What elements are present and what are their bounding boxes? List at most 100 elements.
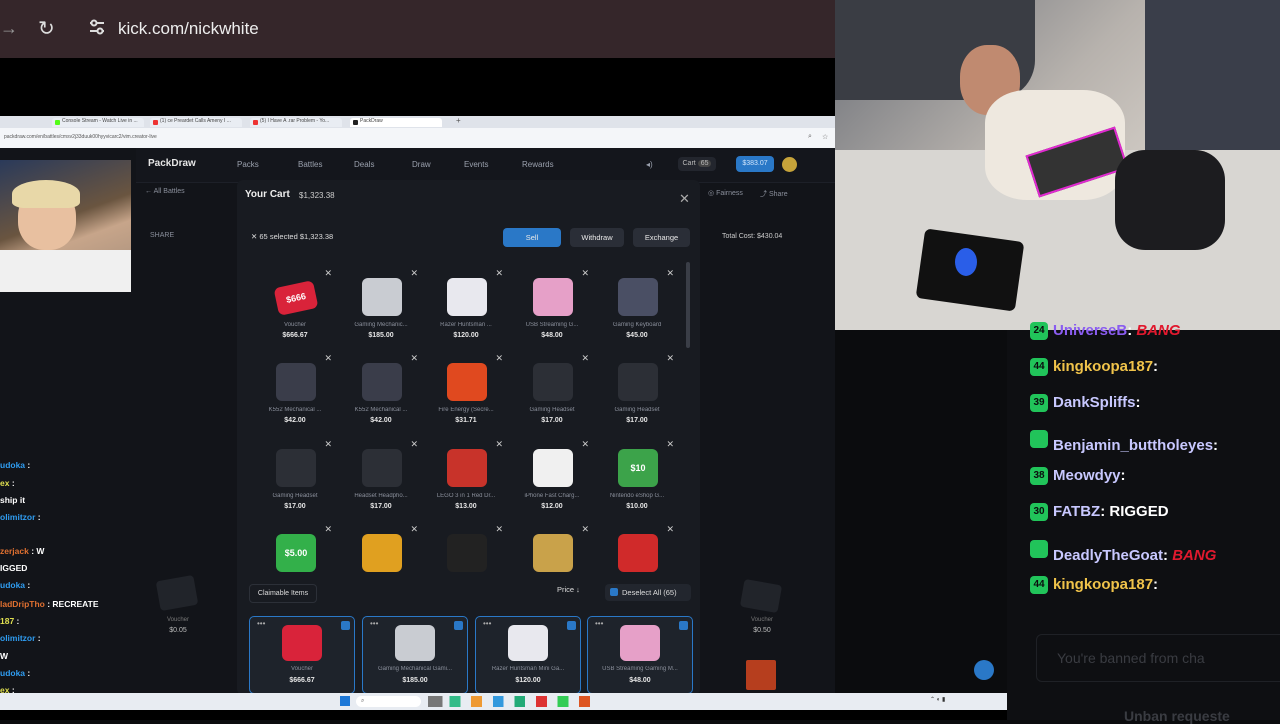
star-icon[interactable]: ☆ (822, 133, 828, 141)
chat-username[interactable]: udoka (0, 580, 25, 590)
chat-username[interactable]: udoka (0, 460, 25, 470)
inner-tab-active[interactable]: PackDraw (350, 118, 442, 127)
fairness-link[interactable]: ◎ Fairness (708, 189, 743, 197)
withdraw-button[interactable]: Withdraw (570, 228, 624, 247)
cart-item[interactable]: ✕ iPhone Fast Charg... $12.00 (509, 437, 595, 521)
chat-username[interactable]: UniverseB (1053, 322, 1127, 339)
chat-username[interactable]: olimitzor (0, 633, 35, 643)
claimable-card[interactable]: ••• USB Streaming Gaming M... $48.00 (587, 616, 693, 694)
claimable-card[interactable]: ••• Gaming Mechanical Gami... $185.00 (362, 616, 468, 694)
modal-scrollbar[interactable] (686, 262, 690, 348)
checkbox-icon[interactable] (454, 621, 463, 630)
remove-item-icon[interactable]: ✕ (666, 353, 674, 364)
chat-username[interactable]: 187 (0, 616, 14, 626)
remove-item-icon[interactable]: ✕ (410, 524, 418, 535)
remove-item-icon[interactable]: ✕ (324, 268, 332, 279)
remove-item-icon[interactable]: ✕ (410, 353, 418, 364)
nav-draw[interactable]: Draw (412, 160, 431, 169)
remove-item-icon[interactable]: ✕ (324, 439, 332, 450)
claimable-card[interactable]: ••• Razer Huntsman Mini Ga... $120.00 (475, 616, 581, 694)
remove-item-icon[interactable]: ✕ (581, 524, 589, 535)
balance-button[interactable]: $383.07 (736, 156, 774, 172)
cart-item[interactable]: ✕ (423, 522, 509, 606)
chat-username[interactable]: FATBZ (1053, 503, 1100, 520)
chat-username[interactable]: DeadlyTheGoat (1053, 547, 1163, 564)
user-avatar[interactable] (782, 157, 797, 172)
nav-events[interactable]: Events (464, 160, 488, 169)
more-options-icon[interactable]: ••• (595, 619, 603, 628)
inner-tab[interactable]: (1) ce Preardet Calls Ameny I ... (150, 118, 242, 127)
packdraw-logo[interactable]: PackDraw (148, 158, 196, 169)
new-tab-icon[interactable]: + (456, 116, 461, 125)
share-link[interactable]: ⤴ Share (760, 189, 788, 199)
chat-username[interactable]: DankSpliffs (1053, 394, 1136, 411)
cart-item[interactable]: ✕ USB Streaming G... $48.00 (509, 266, 595, 350)
forward-icon[interactable]: → (0, 18, 18, 39)
nav-battles[interactable]: Battles (298, 160, 322, 169)
inner-tab[interactable]: (5) I Have A .rar Problem - Yo... (250, 118, 342, 127)
cart-item[interactable]: ✕ K552 Mechanical ... $42.00 (252, 351, 338, 435)
remove-item-icon[interactable]: ✕ (410, 268, 418, 279)
cart-item[interactable]: ✕ Gaming Mechanic... $185.00 (338, 266, 424, 350)
remove-item-icon[interactable]: ✕ (581, 353, 589, 364)
cart-item[interactable]: ✕ $10 Nintendo eShop G... $10.00 (594, 437, 680, 521)
support-chat-icon[interactable] (974, 660, 994, 680)
cart-item[interactable]: ✕ $666 Voucher $666.67 (252, 266, 338, 350)
remove-item-icon[interactable]: ✕ (410, 439, 418, 450)
claimable-items-button[interactable]: Claimable Items (249, 584, 317, 603)
remove-item-icon[interactable]: ✕ (495, 353, 503, 364)
chat-username[interactable]: kingkoopa187 (1053, 358, 1153, 375)
site-settings-icon[interactable] (86, 16, 108, 38)
remove-item-icon[interactable]: ✕ (495, 268, 503, 279)
price-sort-button[interactable]: Price ↓ (557, 585, 580, 594)
cart-item[interactable]: ✕ Gaming Headset $17.00 (509, 351, 595, 435)
cart-item[interactable]: ✕ Razer Huntsman ... $120.00 (423, 266, 509, 350)
search-icon[interactable]: ⌕ (808, 133, 812, 141)
remove-item-icon[interactable]: ✕ (666, 439, 674, 450)
exchange-button[interactable]: Exchange (633, 228, 690, 247)
checkbox-icon[interactable] (679, 621, 688, 630)
close-icon[interactable]: ✕ (679, 191, 690, 207)
claimable-card[interactable]: ••• Voucher $666.67 (249, 616, 355, 694)
reload-icon[interactable]: ↻ (38, 16, 55, 41)
remove-item-icon[interactable]: ✕ (581, 439, 589, 450)
cart-item[interactable]: ✕ Gaming Headset $17.00 (594, 351, 680, 435)
windows-start-icon[interactable] (340, 696, 350, 706)
remove-item-icon[interactable]: ✕ (666, 524, 674, 535)
chat-username[interactable]: udoka (0, 668, 25, 678)
more-options-icon[interactable]: ••• (257, 619, 265, 628)
chat-username[interactable]: Benjamin_buttholeyes (1053, 437, 1213, 454)
cart-item[interactable]: ✕ (509, 522, 595, 606)
address-bar[interactable]: kick.com/nickwhite (118, 19, 259, 39)
chat-username[interactable]: olimitzor (0, 512, 35, 522)
more-options-icon[interactable]: ••• (483, 619, 491, 628)
sound-icon[interactable]: ◂) (646, 160, 653, 169)
nav-packs[interactable]: Packs (237, 160, 259, 169)
sell-button[interactable]: Sell (503, 228, 561, 247)
remove-item-icon[interactable]: ✕ (495, 524, 503, 535)
deselect-all-button[interactable]: Deselect All (65) (605, 584, 691, 601)
system-tray[interactable]: ⌃ ◐ ▮ (930, 696, 945, 703)
chat-username[interactable]: kingkoopa187 (1053, 576, 1153, 593)
remove-item-icon[interactable]: ✕ (581, 268, 589, 279)
more-options-icon[interactable]: ••• (370, 619, 378, 628)
back-all-battles[interactable]: ← All Battles (145, 188, 185, 195)
nav-deals[interactable]: Deals (354, 160, 374, 169)
cart-button[interactable]: Cart 65 (678, 157, 716, 171)
checkbox-icon[interactable] (567, 621, 576, 630)
remove-item-icon[interactable]: ✕ (495, 439, 503, 450)
clear-selection-icon[interactable]: ✕ (251, 232, 257, 241)
taskbar-search[interactable]: ⌕ (356, 696, 421, 707)
checkbox-icon[interactable] (341, 621, 350, 630)
cart-item[interactable]: ✕ K552 Mechanical ... $42.00 (338, 351, 424, 435)
chat-username[interactable]: Meowdyy (1053, 467, 1121, 484)
remove-item-icon[interactable]: ✕ (666, 268, 674, 279)
cart-item[interactable]: ✕ Gaming Headset $17.00 (252, 437, 338, 521)
remove-item-icon[interactable]: ✕ (324, 353, 332, 364)
cart-item[interactable]: ✕ (338, 522, 424, 606)
cart-item[interactable]: ✕ Headset Headpho... $17.00 (338, 437, 424, 521)
nav-rewards[interactable]: Rewards (522, 160, 554, 169)
cart-item[interactable]: ✕ Gaming Keyboard $45.00 (594, 266, 680, 350)
remove-item-icon[interactable]: ✕ (324, 524, 332, 535)
inner-tab[interactable]: Console Stream - Watch Live in ... (52, 118, 144, 127)
